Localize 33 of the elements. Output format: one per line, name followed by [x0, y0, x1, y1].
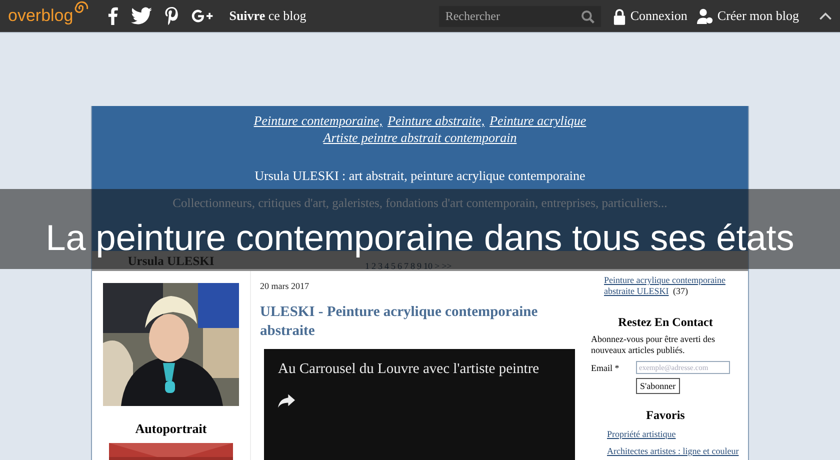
category-link[interactable]: Peinture abstraite, — [388, 112, 485, 129]
video-player[interactable]: Au Carrousel du Louvre avec l'artiste peintre — [264, 349, 575, 460]
section-heading: Favoris — [645, 408, 686, 423]
search-icon[interactable] — [581, 10, 596, 24]
chevron-up-icon[interactable] — [819, 12, 832, 20]
twitter-icon[interactable] — [131, 7, 152, 25]
subscribe-text: Abonnez-vous pour être averti des nouveaux articles publiés. — [591, 334, 716, 356]
facebook-icon[interactable] — [107, 7, 118, 25]
login-link[interactable]: Connexion — [630, 8, 688, 24]
follow-link[interactable]: Suivre ce blog — [229, 8, 306, 24]
favorite-link[interactable]: Architectes artistes : ligne et couleur — [591, 446, 740, 457]
email-label: Email * — [591, 362, 620, 372]
post-date: 20 mars 2017 — [260, 281, 310, 291]
post-title[interactable]: ULESKI - Peinture acrylique contemporaine abstraite — [260, 303, 585, 341]
image-caption: Autoportrait — [135, 421, 207, 437]
video-title: Au Carrousel du Louvre avec l'artiste peintre — [278, 361, 540, 378]
category-link[interactable]: Peinture acrylique — [490, 112, 586, 129]
blog-tagline: Ursula ULESKI : art abstrait, peinture acrylique contemporaine — [254, 168, 586, 184]
create-blog-link[interactable]: Créer mon blog — [717, 8, 799, 24]
google-plus-icon[interactable] — [191, 7, 214, 25]
user-icon — [697, 8, 714, 24]
subscribe-button[interactable]: S'abonner — [636, 378, 680, 394]
logo[interactable]: overblog — [8, 6, 74, 26]
search-field[interactable]: Rechercher — [439, 6, 602, 26]
favorite-link[interactable]: Propriété artistique — [591, 429, 740, 440]
category-link[interactable]: Peinture acrylique contemporaine abstraite ULESKI (37) — [604, 275, 740, 297]
category-link[interactable]: Artiste peintre abstrait contemporain — [323, 129, 517, 146]
intro-text: Collectionneurs, critiques d'art, galeristes, fondations d'art contemporain, entreprises, particuliers... — [172, 196, 668, 211]
category-link[interactable]: Peinture contemporaine, — [254, 112, 383, 129]
share-icon[interactable] — [278, 394, 295, 408]
pinterest-icon[interactable] — [165, 7, 178, 25]
lock-icon — [613, 8, 626, 24]
section-heading: Restez En Contact — [617, 315, 714, 330]
